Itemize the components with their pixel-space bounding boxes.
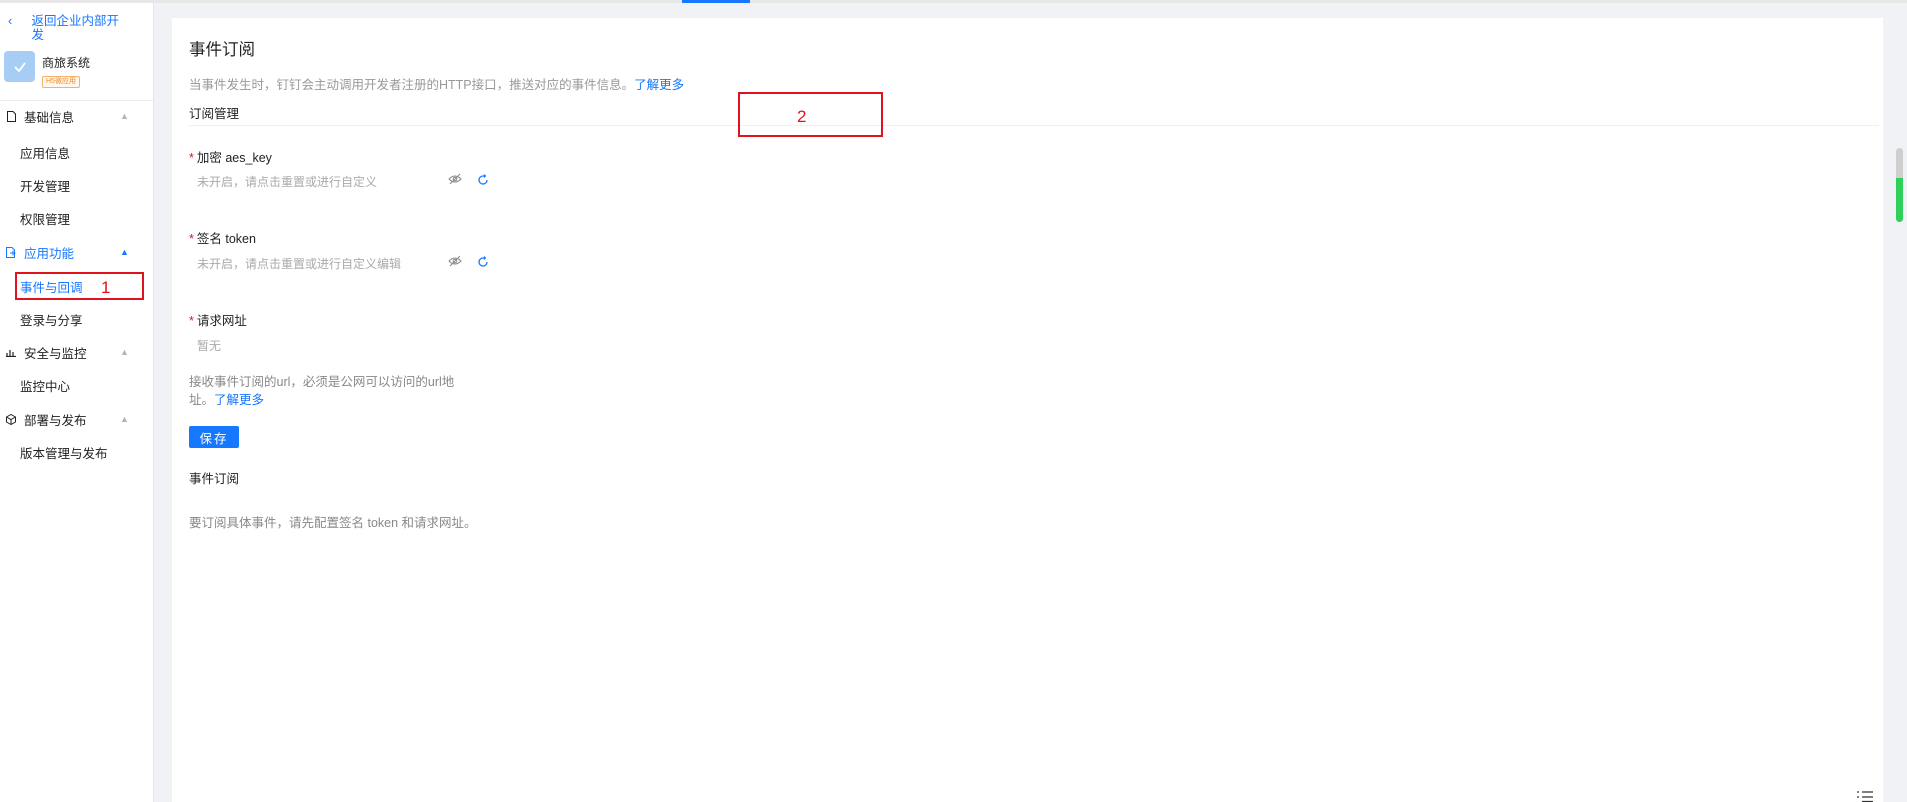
required-asterisk: * (189, 314, 194, 328)
request-url-label: * 请求网址 (189, 310, 247, 329)
sidebar-group-label: 部署与发布 (24, 413, 87, 428)
sidebar-group-security-monitoring[interactable]: 安全与监控 ▲ (0, 340, 153, 364)
annotation-box-1 (15, 272, 144, 300)
eye-off-icon[interactable] (448, 255, 462, 267)
caret-up-icon: ▲ (120, 111, 129, 121)
sidebar-item-label: 版本管理与发布 (20, 446, 108, 461)
page-description-text: 当事件发生时，钉钉会主动调用开发者注册的HTTP接口，推送对应的事件信息。 (189, 78, 635, 92)
app-card: 商旅系统 H5微应用 (4, 51, 149, 91)
app-name: 商旅系统 (42, 56, 91, 70)
sidebar-divider (0, 100, 153, 101)
top-active-tab-indicator[interactable] (682, 0, 750, 3)
token-value: 未开启，请点击重置或进行自定义编辑 (197, 257, 402, 271)
caret-up-icon: ▲ (120, 247, 129, 257)
sidebar-group-label: 应用功能 (24, 246, 75, 261)
scrollbar-thumb[interactable] (1896, 148, 1903, 222)
back-link-label: 返回企业内部开发 (31, 14, 120, 42)
sidebar-item-app-info[interactable]: 应用信息 (20, 141, 70, 163)
required-asterisk: * (189, 151, 194, 165)
annotation-number-2: 2 (797, 107, 807, 126)
event-subscription-title: 事件订阅 (189, 472, 240, 486)
section-divider (189, 125, 1879, 126)
sidebar-item-login-share[interactable]: 登录与分享 (20, 308, 83, 330)
app-type-badge: H5微应用 (42, 76, 80, 88)
sidebar-group-label: 安全与监控 (24, 346, 87, 361)
chevron-left-icon: ‹ (8, 13, 13, 28)
sidebar-item-version-release[interactable]: 版本管理与发布 (20, 441, 108, 463)
refresh-icon[interactable] (477, 256, 489, 268)
app-logo (4, 51, 35, 82)
token-label-text: 签名 token (196, 232, 256, 246)
aes-key-label-text: 加密 aes_key (196, 151, 272, 165)
subscription-management-title: 订阅管理 (189, 107, 240, 121)
caret-up-icon: ▲ (120, 414, 129, 424)
annotation-number-1: 1 (101, 278, 111, 297)
request-url-value: 暂无 (197, 339, 222, 353)
sidebar-item-label: 监控中心 (20, 379, 71, 394)
app-logo-icon (13, 61, 26, 72)
url-learn-more-link[interactable]: 了解更多 (214, 393, 264, 407)
request-url-help: 接收事件订阅的url，必须是公网可以访问的url地址。了解更多 (189, 373, 464, 409)
app-feature-icon (6, 246, 16, 258)
sidebar-group-app-features[interactable]: 应用功能 ▲ (0, 240, 153, 264)
caret-up-icon: ▲ (120, 347, 129, 357)
sidebar-item-label: 登录与分享 (20, 313, 83, 328)
cube-icon (6, 413, 16, 425)
scroll-progress (1896, 178, 1903, 222)
token-label: * 签名 token (189, 228, 256, 247)
required-asterisk: * (189, 232, 194, 246)
main-panel (172, 18, 1883, 802)
sidebar-item-permission-management[interactable]: 权限管理 (20, 207, 70, 229)
sidebar-item-label: 应用信息 (20, 146, 71, 161)
page-description: 当事件发生时，钉钉会主动调用开发者注册的HTTP接口，推送对应的事件信息。了解更… (189, 74, 684, 93)
aes-key-label: * 加密 aes_key (189, 147, 272, 166)
refresh-icon[interactable] (477, 174, 489, 186)
request-url-label-text: 请求网址 (196, 314, 247, 328)
sidebar-item-label: 开发管理 (20, 179, 71, 194)
page-title: 事件订阅 (189, 41, 255, 59)
sidebar: ‹ 返回企业内部开发 商旅系统 H5微应用 基础信息 ▲ 应用信息 开发管理 权… (0, 3, 154, 802)
sidebar-item-monitoring-center[interactable]: 监控中心 (20, 374, 70, 396)
sidebar-group-label: 基础信息 (24, 110, 75, 125)
document-icon (6, 110, 16, 122)
annotation-box-2 (738, 92, 883, 137)
sidebar-item-label: 权限管理 (20, 212, 71, 227)
event-subscription-note: 要订阅具体事件，请先配置签名 token 和请求网址。 (189, 516, 477, 530)
sidebar-item-dev-management[interactable]: 开发管理 (20, 174, 70, 196)
bar-chart-icon (6, 346, 16, 358)
save-button[interactable]: 保存 (189, 426, 239, 448)
back-link[interactable]: ‹ 返回企业内部开发 (8, 13, 128, 43)
sidebar-group-deploy-release[interactable]: 部署与发布 ▲ (0, 407, 153, 431)
top-bar (0, 0, 1907, 3)
sidebar-group-basic-info[interactable]: 基础信息 ▲ (0, 104, 153, 128)
eye-off-icon[interactable] (448, 173, 462, 185)
aes-key-value: 未开启，请点击重置或进行自定义 (197, 175, 378, 189)
list-menu-icon[interactable] (1857, 789, 1873, 802)
learn-more-link[interactable]: 了解更多 (634, 78, 684, 92)
